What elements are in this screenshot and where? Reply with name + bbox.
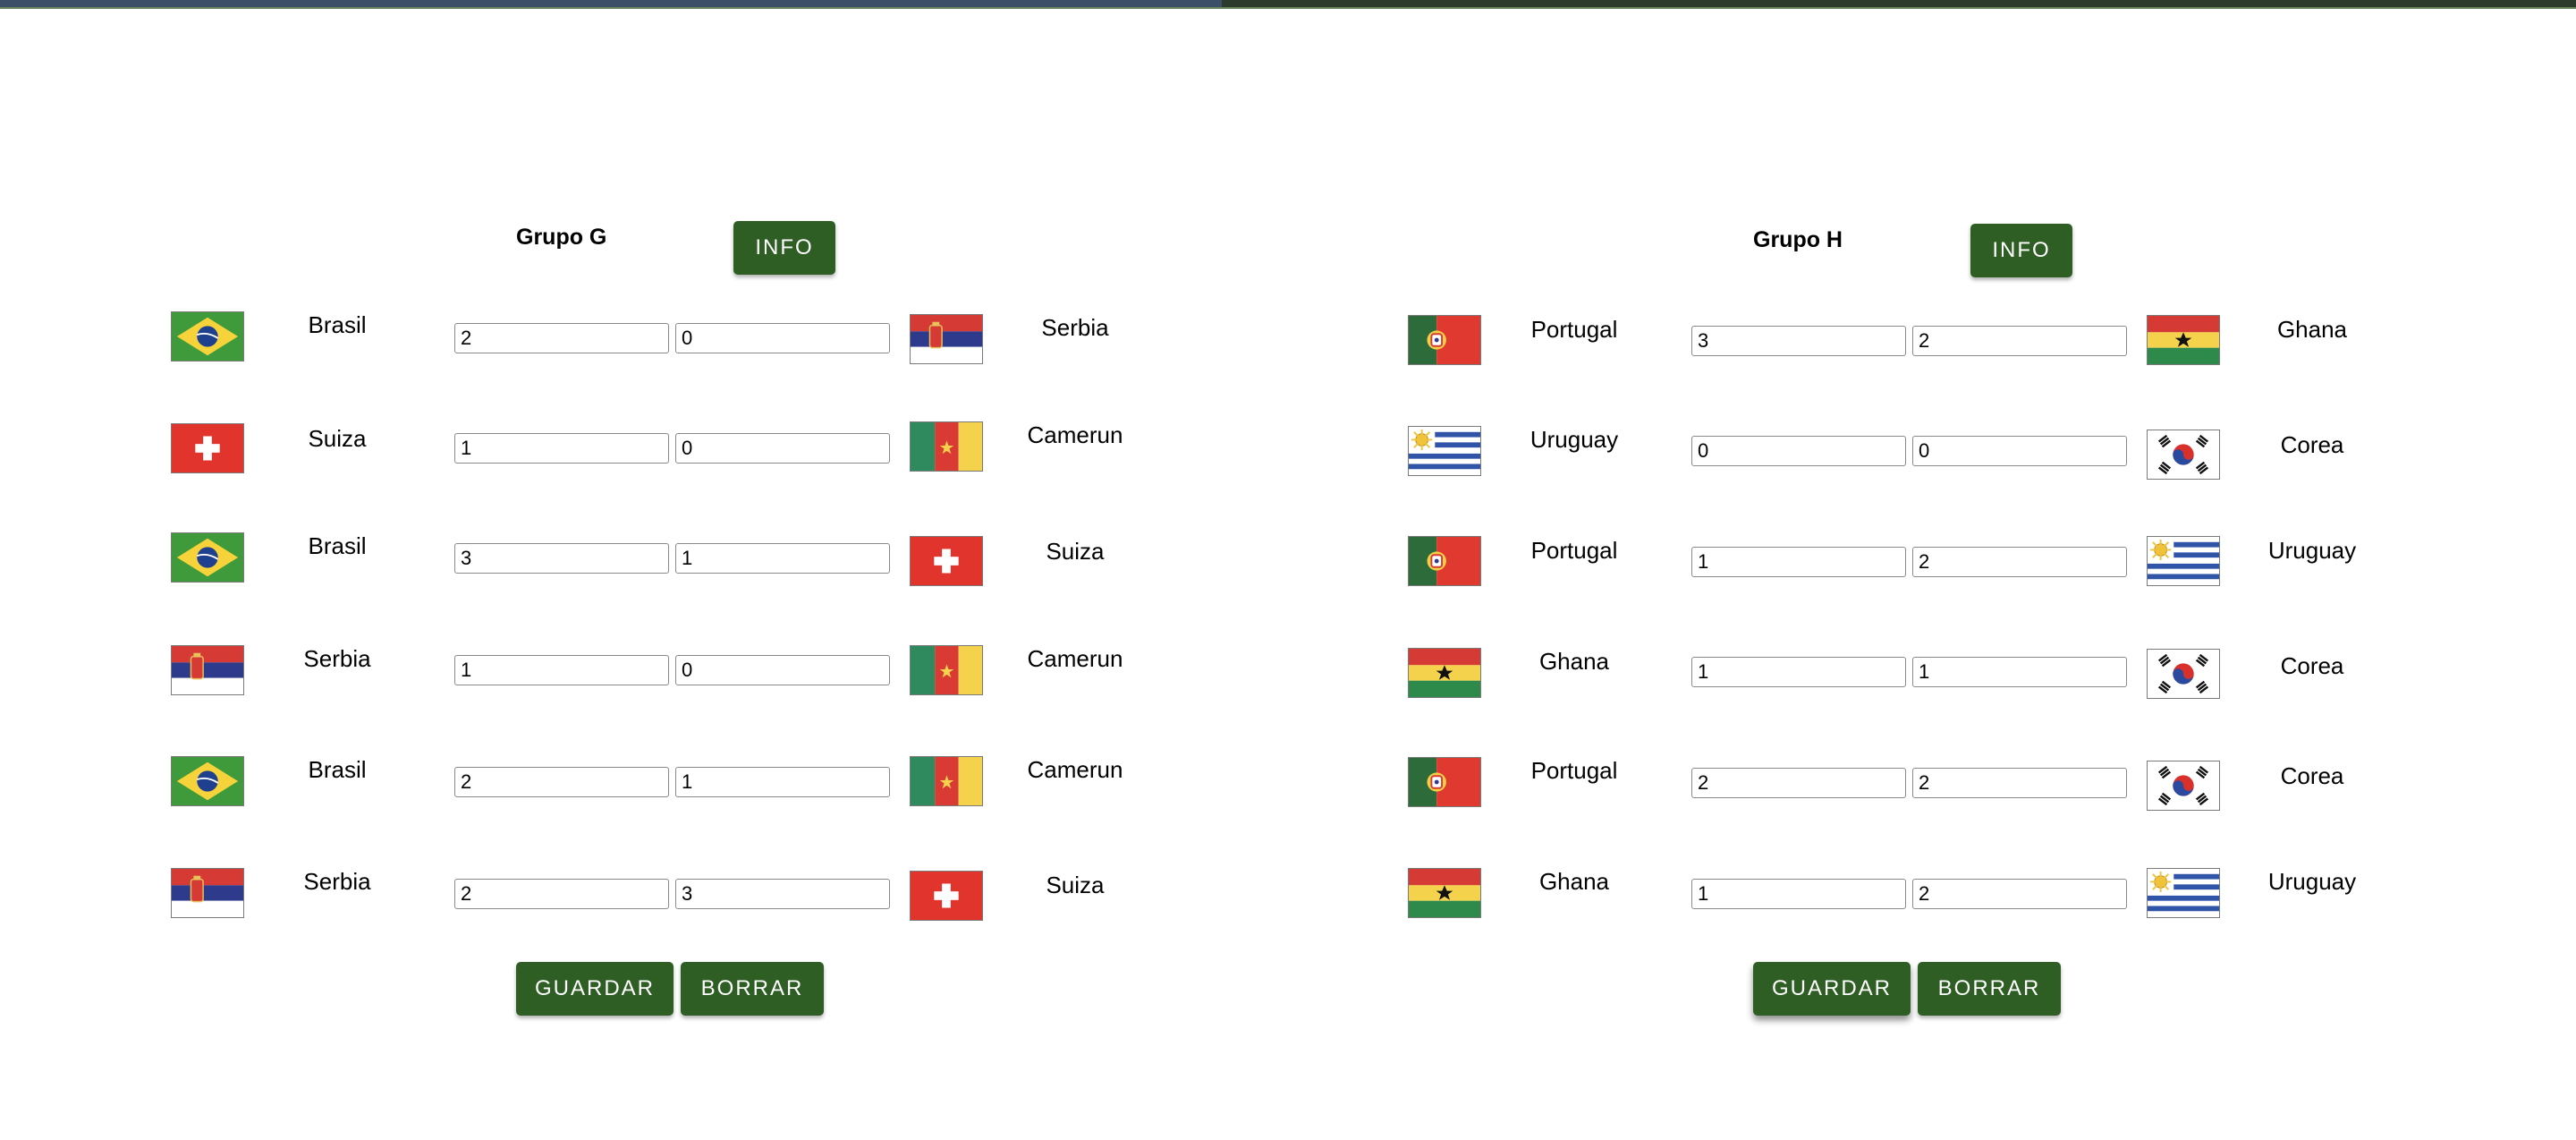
group-h-panel: Grupo H INFO Portugal Ghana Uruguay Core…: [1237, 0, 2400, 1140]
cameroon-flag-icon: [910, 645, 983, 695]
away-score-input[interactable]: [1912, 326, 2127, 356]
home-score-input[interactable]: [454, 543, 669, 574]
away-team-name: Corea: [2280, 431, 2344, 458]
home-team-name: Uruguay: [1530, 426, 1619, 453]
home-team-name: Brasil: [308, 532, 367, 559]
ghana-flag-icon: [2147, 315, 2220, 365]
brazil-flag-icon: [171, 756, 244, 806]
home-team-name: Serbia: [303, 868, 371, 895]
away-score-input[interactable]: [675, 767, 890, 797]
home-score-input[interactable]: [454, 433, 669, 464]
away-score-input[interactable]: [675, 323, 890, 353]
home-team-name: Brasil: [308, 756, 367, 783]
away-team-name: Camerun: [1027, 421, 1123, 448]
away-score-input[interactable]: [1912, 768, 2127, 798]
away-team-name: Corea: [2280, 652, 2344, 679]
info-button[interactable]: INFO: [1970, 224, 2072, 277]
clear-button[interactable]: BORRAR: [1918, 962, 2061, 1016]
away-team-name: Camerun: [1027, 756, 1123, 783]
serbia-flag-icon: [910, 314, 983, 364]
switzerland-flag-icon: [171, 423, 244, 473]
home-score-input[interactable]: [454, 879, 669, 909]
save-button[interactable]: GUARDAR: [1753, 962, 1911, 1016]
portugal-flag-icon: [1408, 315, 1481, 365]
portugal-flag-icon: [1408, 536, 1481, 586]
home-score-input[interactable]: [454, 767, 669, 797]
home-team-name: Ghana: [1538, 868, 1610, 895]
ghana-flag-icon: [1408, 648, 1481, 698]
away-score-input[interactable]: [1912, 879, 2127, 909]
group-title: Grupo G: [516, 225, 607, 250]
portugal-flag-icon: [1408, 757, 1481, 807]
away-team-name: Camerun: [1027, 645, 1123, 672]
serbia-flag-icon: [171, 645, 244, 695]
group-title: Grupo H: [1753, 227, 1843, 252]
home-team-name: Suiza: [308, 425, 367, 452]
uruguay-flag-icon: [1408, 426, 1481, 476]
away-score-input[interactable]: [1912, 547, 2127, 577]
home-score-input[interactable]: [454, 323, 669, 353]
away-score-input[interactable]: [1912, 657, 2127, 687]
away-score-input[interactable]: [675, 433, 890, 464]
home-score-input[interactable]: [454, 655, 669, 685]
home-team-name: Portugal: [1530, 757, 1618, 784]
home-score-input[interactable]: [1691, 547, 1906, 577]
home-score-input[interactable]: [1691, 879, 1906, 909]
cameroon-flag-icon: [910, 421, 983, 472]
switzerland-flag-icon: [910, 871, 983, 921]
home-score-input[interactable]: [1691, 768, 1906, 798]
away-team-name: Serbia: [1041, 314, 1109, 341]
korea-flag-icon: [2147, 649, 2220, 699]
ghana-flag-icon: [1408, 868, 1481, 918]
home-team-name: Serbia: [303, 645, 371, 672]
save-button[interactable]: GUARDAR: [516, 962, 674, 1016]
uruguay-flag-icon: [2147, 868, 2220, 918]
brazil-flag-icon: [171, 311, 244, 362]
group-g-panel: Grupo G INFO Brasil Serbia Suiza Camerun…: [0, 0, 1163, 1140]
away-score-input[interactable]: [675, 879, 890, 909]
home-team-name: Portugal: [1530, 316, 1618, 343]
switzerland-flag-icon: [910, 536, 983, 586]
home-team-name: Ghana: [1538, 648, 1610, 675]
home-team-name: Portugal: [1530, 537, 1618, 564]
uruguay-flag-icon: [2147, 536, 2220, 586]
brazil-flag-icon: [171, 532, 244, 583]
home-team-name: Brasil: [308, 311, 367, 338]
clear-button[interactable]: BORRAR: [681, 962, 824, 1016]
away-score-input[interactable]: [675, 655, 890, 685]
home-score-input[interactable]: [1691, 657, 1906, 687]
away-team-name: Suiza: [1046, 538, 1105, 565]
away-team-name: Uruguay: [2267, 868, 2357, 895]
home-score-input[interactable]: [1691, 436, 1906, 466]
away-team-name: Suiza: [1046, 872, 1105, 898]
away-team-name: Uruguay: [2267, 537, 2357, 564]
korea-flag-icon: [2147, 761, 2220, 811]
info-button[interactable]: INFO: [733, 221, 835, 275]
away-score-input[interactable]: [675, 543, 890, 574]
serbia-flag-icon: [171, 868, 244, 918]
home-score-input[interactable]: [1691, 326, 1906, 356]
away-score-input[interactable]: [1912, 436, 2127, 466]
korea-flag-icon: [2147, 430, 2220, 480]
cameroon-flag-icon: [910, 756, 983, 806]
away-team-name: Ghana: [2276, 316, 2348, 343]
away-team-name: Corea: [2280, 762, 2344, 789]
